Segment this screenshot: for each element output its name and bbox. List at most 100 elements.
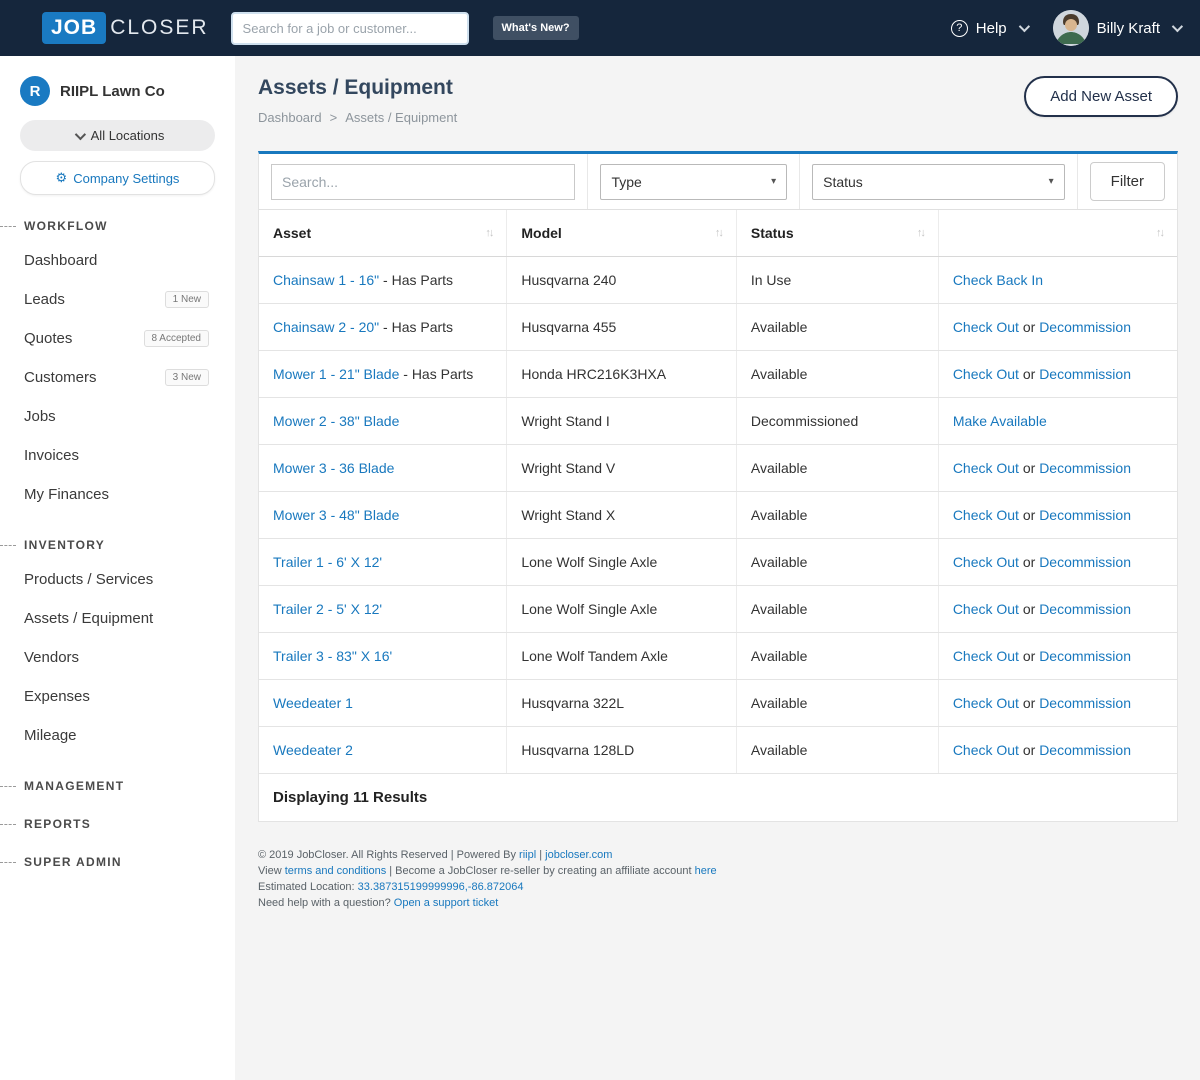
type-select[interactable]: Type ▾ xyxy=(600,164,787,200)
action-separator: or xyxy=(1019,460,1039,476)
company-settings-button[interactable]: ⚙ Company Settings xyxy=(20,161,215,195)
sidebar-item-dashboard[interactable]: Dashboard xyxy=(0,241,235,280)
actions-cell: Make Available xyxy=(938,398,1177,445)
table-row: Weedeater 2 Husqvarna 128LDAvailable Check… xyxy=(259,727,1177,774)
actions-cell: Check Back In xyxy=(938,257,1177,304)
action-link[interactable]: Check Out xyxy=(953,648,1019,664)
action-link[interactable]: Decommission xyxy=(1039,601,1131,617)
table-row: Chainsaw 1 - 16" - Has PartsHusqvarna 24… xyxy=(259,257,1177,304)
sidebar-item-my-finances[interactable]: My Finances xyxy=(0,475,235,514)
asset-link[interactable]: Chainsaw 2 - 20" xyxy=(273,319,379,335)
locations-dropdown[interactable]: All Locations xyxy=(20,120,215,151)
sidebar-item-label: Customers xyxy=(24,369,97,386)
global-search-input[interactable] xyxy=(231,12,469,45)
action-link[interactable]: Decommission xyxy=(1039,460,1131,476)
company-avatar[interactable]: R xyxy=(20,76,50,106)
topbar: JOB CLOSER What's New? ? Help Billy Kraf… xyxy=(0,0,1200,56)
footer-link[interactable]: jobcloser.com xyxy=(545,849,612,861)
logo-job: JOB xyxy=(42,12,106,44)
column-header-actions[interactable]: ↑↓ xyxy=(938,210,1177,257)
action-link[interactable]: Make Available xyxy=(953,413,1047,429)
sidebar-item-assets-equipment[interactable]: Assets / Equipment xyxy=(0,599,235,638)
action-link[interactable]: Check Out xyxy=(953,742,1019,758)
action-separator: or xyxy=(1019,695,1039,711)
model-cell: Husqvarna 128LD xyxy=(507,727,737,774)
asset-link[interactable]: Trailer 1 - 6' X 12' xyxy=(273,554,382,570)
footer-link[interactable]: 33.387315199999996,-86.872064 xyxy=(358,881,524,893)
action-link[interactable]: Decommission xyxy=(1039,648,1131,664)
footer-link[interactable]: Open a support ticket xyxy=(394,897,499,909)
footer-text: Estimated Location: xyxy=(258,881,358,893)
sidebar-item-label: Assets / Equipment xyxy=(24,610,153,627)
action-link[interactable]: Decommission xyxy=(1039,742,1131,758)
whats-new-button[interactable]: What's New? xyxy=(493,16,579,40)
breadcrumb-item-assets-equipment: Assets / Equipment xyxy=(345,110,457,125)
help-menu[interactable]: ? Help xyxy=(951,20,1027,37)
sidebar-item-vendors[interactable]: Vendors xyxy=(0,638,235,677)
asset-search-input[interactable] xyxy=(271,164,575,200)
sidebar-item-quotes[interactable]: Quotes8 Accepted xyxy=(0,319,235,358)
column-header-model[interactable]: Model↑↓ xyxy=(507,210,737,257)
sidebar-item-mileage[interactable]: Mileage xyxy=(0,716,235,755)
footer-link[interactable]: riipl xyxy=(519,849,536,861)
action-link[interactable]: Check Out xyxy=(953,507,1019,523)
action-link[interactable]: Check Out xyxy=(953,366,1019,382)
action-link[interactable]: Check Out xyxy=(953,554,1019,570)
action-link[interactable]: Check Out xyxy=(953,319,1019,335)
footer-link[interactable]: here xyxy=(695,865,717,877)
asset-link[interactable]: Weedeater 2 xyxy=(273,742,353,758)
status-select[interactable]: Status ▾ xyxy=(812,164,1065,200)
asset-link[interactable]: Weedeater 1 xyxy=(273,695,353,711)
action-link[interactable]: Check Out xyxy=(953,601,1019,617)
sort-icon[interactable]: ↑↓ xyxy=(1156,227,1163,239)
action-link[interactable]: Check Out xyxy=(953,695,1019,711)
asset-link[interactable]: Mower 1 - 21" Blade xyxy=(273,366,399,382)
action-link[interactable]: Check Out xyxy=(953,460,1019,476)
column-header-asset[interactable]: Asset↑↓ xyxy=(259,210,507,257)
asset-link[interactable]: Chainsaw 1 - 16" xyxy=(273,272,379,288)
action-link[interactable]: Decommission xyxy=(1039,695,1131,711)
action-link[interactable]: Decommission xyxy=(1039,366,1131,382)
asset-cell: Trailer 2 - 5' X 12' xyxy=(259,586,507,633)
breadcrumb-item-dashboard[interactable]: Dashboard xyxy=(258,110,322,125)
actions-cell: Check Out or Decommission xyxy=(938,304,1177,351)
sidebar-section-management: MANAGEMENT xyxy=(0,779,235,793)
sort-icon[interactable]: ↑↓ xyxy=(917,227,924,239)
sidebar-item-customers[interactable]: Customers3 New xyxy=(0,358,235,397)
logo-closer: CLOSER xyxy=(110,16,208,40)
asset-link[interactable]: Mower 3 - 36 Blade xyxy=(273,460,394,476)
asset-suffix: - Has Parts xyxy=(379,319,453,335)
table-row: Weedeater 1Husqvarna 322LAvailableCheck … xyxy=(259,680,1177,727)
status-select-value: Status xyxy=(823,174,863,190)
sidebar-item-label: Jobs xyxy=(24,408,56,425)
action-link[interactable]: Check Back In xyxy=(953,272,1043,288)
sidebar-item-expenses[interactable]: Expenses xyxy=(0,677,235,716)
action-link[interactable]: Decommission xyxy=(1039,554,1131,570)
asset-link[interactable]: Mower 2 - 38" Blade xyxy=(273,413,399,429)
sidebar-item-label: Dashboard xyxy=(24,252,97,269)
user-menu[interactable]: Billy Kraft xyxy=(1053,10,1180,46)
footer-link[interactable]: terms and conditions xyxy=(285,865,387,877)
status-cell: Available xyxy=(736,304,938,351)
sidebar-item-products-services[interactable]: Products / Services xyxy=(0,560,235,599)
status-cell: Available xyxy=(736,727,938,774)
sidebar-item-leads[interactable]: Leads1 New xyxy=(0,280,235,319)
section-label: INVENTORY xyxy=(24,538,105,552)
asset-link[interactable]: Mower 3 - 48" Blade xyxy=(273,507,399,523)
sort-icon[interactable]: ↑↓ xyxy=(715,227,722,239)
column-header-status[interactable]: Status↑↓ xyxy=(736,210,938,257)
app-logo[interactable]: JOB CLOSER xyxy=(42,12,209,44)
sidebar-item-jobs[interactable]: Jobs xyxy=(0,397,235,436)
action-link[interactable]: Decommission xyxy=(1039,319,1131,335)
sort-icon[interactable]: ↑↓ xyxy=(485,227,492,239)
add-new-asset-button[interactable]: Add New Asset xyxy=(1024,76,1178,117)
asset-link[interactable]: Trailer 2 - 5' X 12' xyxy=(273,601,382,617)
action-link[interactable]: Decommission xyxy=(1039,507,1131,523)
sidebar-item-label: Products / Services xyxy=(24,571,153,588)
sidebar-item-invoices[interactable]: Invoices xyxy=(0,436,235,475)
sidebar-item-label: Invoices xyxy=(24,447,79,464)
asset-link[interactable]: Trailer 3 - 83" X 16' xyxy=(273,648,392,664)
filter-button[interactable]: Filter xyxy=(1090,162,1165,201)
table-row: Chainsaw 2 - 20" - Has PartsHusqvarna 45… xyxy=(259,304,1177,351)
actions-cell: Check Out or Decommission xyxy=(938,351,1177,398)
